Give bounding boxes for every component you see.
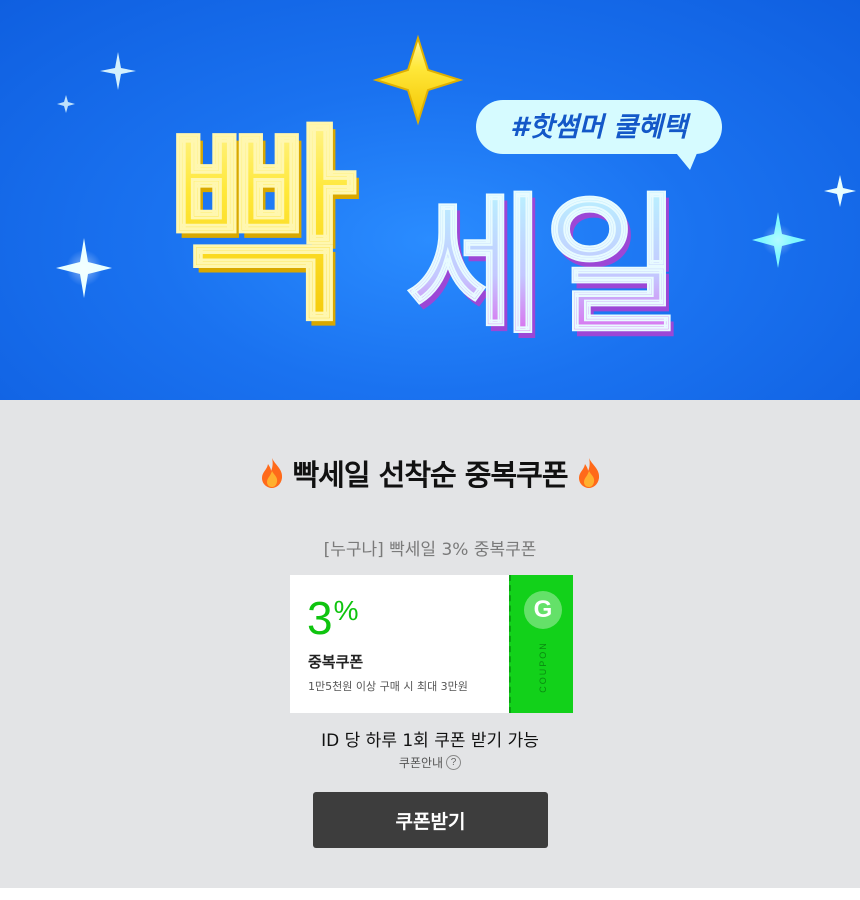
banner-title-left: 빡 (165, 105, 358, 350)
gmarket-logo-icon: G (524, 591, 562, 629)
coupon-discount-unit: % (333, 595, 359, 626)
coupon-name: 중복쿠폰 (308, 653, 364, 671)
coupon-discount-value: 3 (307, 592, 333, 644)
coupon-limit-text: ID 당 하루 1회 쿠폰 받기 가능 (321, 731, 539, 751)
coupon-condition: 1만5천원 이상 구매 시 최대 3만원 (308, 680, 468, 693)
star-icon (372, 34, 464, 126)
coupon-subtitle: [누구나] 빡세일 3% 중복쿠폰 (323, 540, 537, 560)
banner-title-right: 세일 (406, 180, 682, 354)
svg-text:#핫썸머 쿨혜택: #핫썸머 쿨혜택 (510, 112, 691, 143)
coupon-stub-label: COUPON (538, 641, 548, 693)
coupon-card: 3% 중복쿠폰 1만5천원 이상 구매 시 최대 3만원 G COUPON (290, 575, 573, 713)
section-title-text: 빡세일 선착순 중복쿠폰 (292, 458, 569, 492)
promo-banner: #핫썸머 쿨혜택 빡 빡 세일 세일 (0, 0, 860, 400)
hashtag-bubble: #핫썸머 쿨혜택 (476, 100, 722, 170)
fire-icon (578, 458, 599, 488)
coupon-stub: G COUPON (509, 575, 573, 713)
question-icon[interactable]: ? (446, 755, 462, 770)
coupon-guide-link[interactable]: 쿠폰안내 ? (0, 754, 860, 771)
fire-icon (261, 458, 282, 488)
banner-artwork: #핫썸머 쿨혜택 빡 빡 세일 세일 (56, 34, 856, 360)
coupon-guide-label: 쿠폰안내 (398, 756, 444, 770)
get-coupon-button[interactable]: 쿠폰받기 (313, 792, 548, 848)
section-title: 빡세일 선착순 중복쿠폰 (0, 452, 860, 494)
coupon-body: 3% 중복쿠폰 1만5천원 이상 구매 시 최대 3만원 (290, 575, 509, 713)
coupon-discount: 3% (307, 591, 359, 645)
